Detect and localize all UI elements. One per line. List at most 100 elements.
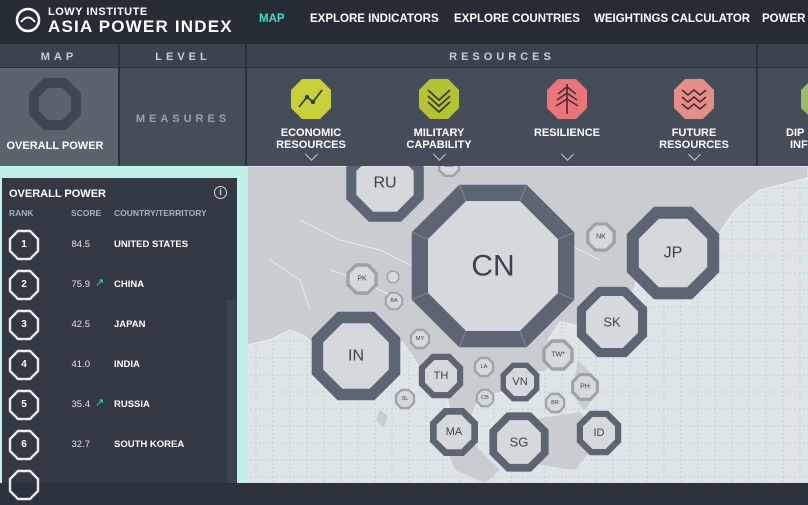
score-value: 42.5 [71,319,91,330]
nav-explore-indicators[interactable]: EXPLORE INDICATORS [310,13,439,25]
category-military-line1: MILITARY [413,127,465,139]
category-economic-line1: ECONOMIC [280,127,342,139]
asia-map[interactable]: CN RU JP IN SK NK PK MO BA MY TH LA VN TW* PH CB SL BR MA S… [247,166,808,483]
node-label: ID [594,427,605,439]
node-label: IN [348,348,364,365]
overall-power-icon [29,78,81,130]
node-label: BA [390,298,398,304]
rank-number: 5 [21,399,27,410]
country-node-ba[interactable]: BA [384,291,404,311]
nav-map[interactable]: MAP [259,13,285,25]
nav-power-gap[interactable]: POWER G [762,13,808,25]
divider [756,44,758,166]
country-node-jp[interactable]: JP [626,206,720,300]
economic-chart-icon [291,79,331,119]
ranking-row[interactable]: 3 42.5 JAPAN [2,305,237,345]
node-label: CB [481,395,489,401]
section-header-strip: MAP LEVEL RESOURCES [0,44,808,68]
brand-title: ASIA POWER INDEX [48,17,233,36]
nav-weightings-calculator[interactable]: WEIGHTINGS CALCULATOR [594,13,750,25]
category-diplomatic-line2: INF [790,139,808,151]
score-value: 84.5 [71,239,91,250]
score-value: 32.7 [71,439,91,450]
country-node-my[interactable]: MY [409,328,431,350]
column-header-country: COUNTRY/TERRITORY [114,208,207,218]
trend-up-icon: ↗ [95,277,105,289]
node-label: MA [446,426,463,438]
section-label-map: MAP [40,51,78,63]
country-name: CHINA [114,279,145,290]
country-node-ph[interactable]: PH [571,373,599,401]
country-node-la[interactable]: LA [473,356,495,378]
category-resilience-label: RESILIENCE [533,127,600,139]
rank-number: 1 [21,239,27,250]
node-label: NK [596,234,606,241]
resilience-tree-icon [547,79,587,119]
top-navigation-bar: LOWY INSTITUTE ASIA POWER INDEX MAP EXPL… [0,0,808,44]
nav-explore-countries[interactable]: EXPLORE COUNTRIES [454,13,580,25]
node-label: SG [510,435,529,450]
country-node-sl[interactable]: SL [394,388,416,410]
rank-number: 2 [21,279,27,290]
military-chevrons-icon [419,79,459,119]
country-node-tw[interactable]: TW* [542,339,574,371]
country-node-pk[interactable]: PK [346,263,378,295]
country-node-id[interactable]: ID [576,410,622,456]
score-value: 41.0 [71,359,91,370]
ranking-row[interactable]: 2 75.9 ↗ CHINA [2,265,237,305]
trend-up-icon: ↗ [95,397,105,409]
node-label: SK [603,315,621,330]
node-label: VN [512,376,527,388]
country-node-vn[interactable]: VN [500,362,540,402]
ranking-row[interactable]: 6 32.7 SOUTH KOREA [2,425,237,465]
section-label-resources: RESOURCES [449,51,555,63]
country-node-in[interactable]: IN [311,311,401,401]
country-node-th[interactable]: TH [418,353,464,399]
measures-label: MEASURES [135,113,231,125]
section-label-level: LEVEL [155,51,211,63]
divider [118,44,120,166]
country-node-sg[interactable]: SG [489,412,549,472]
node-label: TH [434,370,449,382]
rank-number: 3 [21,319,27,330]
column-header-score: SCORE [71,208,102,218]
node-octagon-inner [388,272,398,282]
info-icon[interactable]: i [214,186,227,199]
future-zigzag-icon [674,79,714,119]
category-diplomatic-line1: DIP [786,127,805,139]
panel-title: OVERALL POWER [9,188,106,200]
map-canvas: CN RU JP IN SK NK PK MO BA MY TH LA VN TW* PH CB SL BR MA S… [247,166,808,483]
country-name: INDIA [114,359,140,370]
ranking-row-partial[interactable] [2,465,237,505]
country-name: UNITED STATES [114,239,189,250]
ranking-row[interactable]: 1 84.5 UNITED STATES [2,225,237,265]
node-label: LA [481,364,488,370]
ranking-row[interactable]: 4 41.0 INDIA [2,345,237,385]
score-value: 75.9 [71,279,91,290]
column-header-rank: RANK [9,208,34,218]
category-overall-power[interactable]: OVERALL POWER [0,68,118,166]
country-node-sk[interactable]: SK [576,286,648,358]
node-label: PK [357,276,367,283]
lowy-logo-icon [15,7,41,33]
node-label: BR [551,400,559,406]
category-overall-label: OVERALL POWER [6,140,104,152]
country-node-ma[interactable]: MA [430,408,478,456]
country-name: SOUTH KOREA [114,439,185,450]
node-label: MY [416,336,425,342]
country-name: JAPAN [114,319,146,330]
score-value: 35.4 [71,399,91,410]
country-name: RUSSIA [114,399,150,410]
node-label: TW* [551,352,565,359]
country-node-nk[interactable]: NK [586,222,616,252]
country-node-ne[interactable] [386,270,400,284]
country-node-br[interactable]: BR [544,392,566,414]
node-label: JP [664,245,683,262]
ranking-row[interactable]: 5 35.4 ↗ RUSSIA [2,385,237,425]
node-label: PH [580,384,590,391]
rank-octagon-icon [8,469,40,501]
node-label: MO [445,166,455,169]
country-node-cn[interactable]: CN [411,184,575,348]
country-node-cb[interactable]: CB [475,388,495,408]
node-label: RU [373,175,396,192]
